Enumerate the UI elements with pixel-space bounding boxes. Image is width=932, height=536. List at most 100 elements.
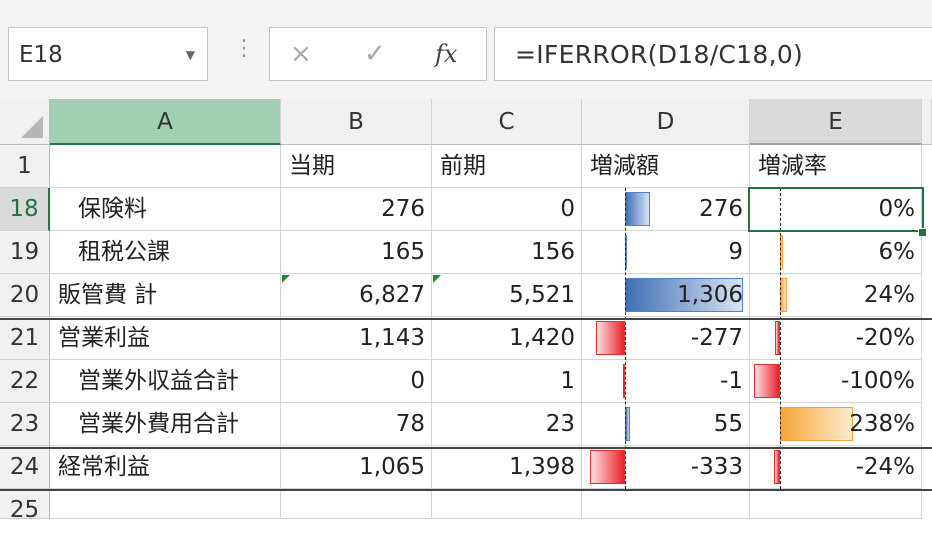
cell-c24[interactable]: 1,398: [432, 446, 582, 489]
cell-value: 276: [381, 196, 425, 222]
cell-value: 276: [699, 196, 743, 222]
cell-d23[interactable]: 55: [582, 403, 750, 446]
data-bar-e: [754, 364, 780, 398]
chevron-down-icon[interactable]: ▼: [186, 48, 195, 62]
select-all-corner[interactable]: [0, 99, 50, 145]
cell-c18[interactable]: 0: [432, 188, 582, 231]
cell-value: 1,065: [359, 454, 425, 480]
row-header[interactable]: 21: [0, 317, 50, 360]
cell-value: 238%: [849, 411, 915, 437]
cell-value: 0%: [878, 196, 916, 222]
cell-a1[interactable]: [50, 145, 281, 188]
column-header-b[interactable]: B: [281, 99, 432, 145]
insert-function-button[interactable]: fx: [435, 36, 457, 72]
cell-e20[interactable]: 24%: [750, 274, 922, 317]
fill-handle[interactable]: [918, 228, 927, 237]
name-box[interactable]: E18 ▼: [8, 27, 208, 81]
cell-b22[interactable]: 0: [281, 360, 432, 403]
row-header[interactable]: 20: [0, 274, 50, 317]
cell-a24[interactable]: 経常利益: [50, 446, 281, 489]
cell-d19[interactable]: 9: [582, 231, 750, 274]
column-header-a[interactable]: A: [50, 99, 281, 145]
cell-b20[interactable]: 6,827: [281, 274, 432, 317]
cell-value: 1,143: [359, 325, 425, 351]
cell-b18[interactable]: 276: [281, 188, 432, 231]
data-bar-axis-e: [780, 188, 781, 489]
cell-c22[interactable]: 1: [432, 360, 582, 403]
cell-value: 0: [560, 196, 575, 222]
column-header-f[interactable]: [922, 99, 932, 145]
cell-c23[interactable]: 23: [432, 403, 582, 446]
cell-e1[interactable]: 増減率: [750, 145, 922, 188]
cell-value: -277: [690, 325, 743, 351]
cell-c21[interactable]: 1,420: [432, 317, 582, 360]
name-box-value: E18: [19, 42, 63, 68]
cell-e18[interactable]: 0%: [750, 188, 922, 231]
cell-e25[interactable]: [750, 489, 922, 519]
cell-a20[interactable]: 販管費 計: [50, 274, 281, 317]
row-header[interactable]: 1: [0, 145, 50, 188]
cell-value: 1: [560, 368, 575, 394]
cell-value: 165: [381, 239, 425, 265]
cell-value: 販管費 計: [58, 282, 158, 308]
row-header[interactable]: 25: [0, 489, 50, 522]
data-bar-axis-d: [625, 188, 626, 489]
cell-a25[interactable]: [50, 489, 281, 519]
cell-a23[interactable]: 営業外費用合計: [50, 403, 281, 446]
cell-d1[interactable]: 増減額: [582, 145, 750, 188]
cell-value: -24%: [855, 454, 915, 480]
cell-a22[interactable]: 営業外収益合計: [50, 360, 281, 403]
row-24-bottom-border: [0, 489, 932, 491]
cell-b21[interactable]: 1,143: [281, 317, 432, 360]
cell-d18[interactable]: 276: [582, 188, 750, 231]
cell-value: 営業外収益合計: [78, 368, 239, 394]
cell-value: 1,398: [509, 454, 575, 480]
cell-value: 6%: [878, 239, 916, 265]
cell-a21[interactable]: 営業利益: [50, 317, 281, 360]
row-20-bottom-border: [0, 318, 932, 320]
formula-input[interactable]: =IFERROR(D18/C18,0): [494, 27, 932, 81]
cell-value: 0: [410, 368, 425, 394]
cell-d25[interactable]: [582, 489, 750, 519]
cell-value: 23: [545, 411, 575, 437]
cell-value: 営業外費用合計: [78, 411, 239, 437]
row-23-bottom-border: [0, 447, 932, 449]
cell-value: 営業利益: [58, 325, 150, 351]
data-bar-d: [625, 192, 650, 226]
cell-value: -333: [690, 454, 743, 480]
cell-value: 55: [713, 411, 743, 437]
cell-c19[interactable]: 156: [432, 231, 582, 274]
column-header-c[interactable]: C: [432, 99, 582, 145]
row-header[interactable]: 23: [0, 403, 50, 446]
cell-value: 6,827: [359, 282, 425, 308]
cell-b25[interactable]: [281, 489, 432, 519]
enter-icon[interactable]: ✓: [364, 36, 386, 72]
formula-buttons: × ✓ fx: [269, 27, 487, 81]
cell-b23[interactable]: 78: [281, 403, 432, 446]
cell-value: -100%: [840, 368, 915, 394]
cancel-icon[interactable]: ×: [290, 36, 312, 72]
cell-value: 租税公課: [78, 239, 170, 265]
cell-a19[interactable]: 租税公課: [50, 231, 281, 274]
cell-c25[interactable]: [432, 489, 582, 519]
cell-e19[interactable]: 6%: [750, 231, 922, 274]
cell-a18[interactable]: 保険料: [50, 188, 281, 231]
cell-d22[interactable]: -1: [582, 360, 750, 403]
row-header[interactable]: 24: [0, 446, 50, 489]
row-header[interactable]: 22: [0, 360, 50, 403]
column-header-d[interactable]: D: [582, 99, 750, 145]
grip-icon[interactable]: ⋮: [233, 38, 255, 60]
formula-text: =IFERROR(D18/C18,0): [515, 40, 804, 69]
cell-value: 1,420: [509, 325, 575, 351]
cell-c20[interactable]: 5,521: [432, 274, 582, 317]
data-bar-e: [780, 278, 788, 312]
cell-value: 9: [728, 239, 743, 265]
cell-b19[interactable]: 165: [281, 231, 432, 274]
row-header[interactable]: 19: [0, 231, 50, 274]
cell-c1[interactable]: 前期: [432, 145, 582, 188]
column-header-e[interactable]: E: [750, 99, 922, 145]
cell-value: 経常利益: [58, 454, 150, 480]
cell-b1[interactable]: 当期: [281, 145, 432, 188]
row-header[interactable]: 18: [0, 188, 50, 231]
cell-b24[interactable]: 1,065: [281, 446, 432, 489]
